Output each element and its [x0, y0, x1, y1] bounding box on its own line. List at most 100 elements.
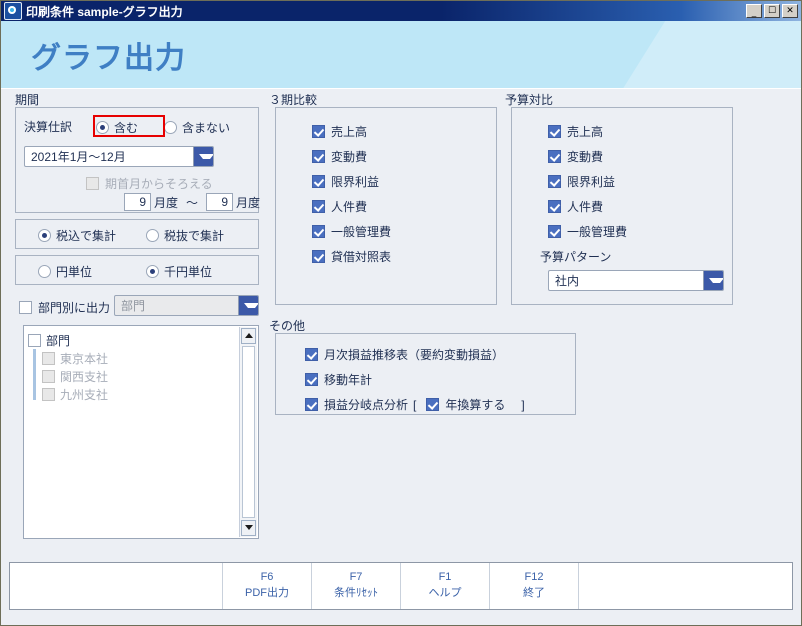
- checkbox-moving-annual-icon: [305, 373, 318, 386]
- chevron-down-icon[interactable]: [238, 296, 258, 315]
- tree-child-label: 東京本社: [60, 351, 109, 366]
- radio-thousand-yen-icon: [146, 265, 159, 278]
- fkey-code: F7: [349, 571, 363, 583]
- month-range-row: 9 月度 ～ 9 月度: [124, 193, 260, 211]
- scroll-down-icon[interactable]: [241, 520, 256, 536]
- department-combo-value: 部門: [121, 299, 146, 313]
- checkbox-balance-sheet-icon: [312, 250, 325, 263]
- settlement-row: 決算仕訳: [24, 118, 72, 135]
- month-from-input[interactable]: 9: [124, 193, 151, 211]
- checkbox-budget-labor-cost-icon: [548, 200, 561, 213]
- unit-option-thousand-yen[interactable]: 千円単位: [146, 263, 212, 280]
- checkbox-kansai-icon: [42, 369, 55, 383]
- budget-item-sales[interactable]: 売上高: [548, 123, 603, 140]
- fkey-spacer-right: [579, 563, 792, 609]
- bracket-close-label: ]: [521, 397, 525, 412]
- fkey-exit[interactable]: F12 終了: [490, 563, 579, 609]
- fkey-help[interactable]: F1 ヘルプ: [401, 563, 490, 609]
- checkbox-annualize-icon[interactable]: [426, 398, 440, 411]
- three-period-item-label: 一般管理費: [331, 225, 392, 239]
- radio-tax-included-icon: [38, 229, 51, 242]
- align-first-month-checkbox[interactable]: 期首月からそろえる: [86, 175, 213, 192]
- checkbox-budget-admin-cost-icon: [548, 225, 561, 238]
- department-combo[interactable]: 部門: [114, 295, 259, 316]
- checkbox-by-department-icon: [19, 301, 32, 314]
- maximize-icon: ☐: [767, 6, 777, 16]
- tax-group: 税込で集計 税抜で集計: [15, 219, 259, 249]
- breakeven-options: [ 年換算する ]: [413, 396, 525, 413]
- fkey-pdf-output[interactable]: F6 PDF出力: [223, 563, 312, 609]
- by-department-checkbox[interactable]: 部門別に出力: [19, 299, 110, 316]
- department-tree[interactable]: 部門 東京本社 関西支社 九州支社: [23, 325, 259, 539]
- three-period-item-balance-sheet[interactable]: 貸借対照表: [312, 248, 391, 265]
- month-to-input[interactable]: 9: [206, 193, 234, 211]
- footer: F6 PDF出力 F7 条件ﾘｾｯﾄ F1 ヘルプ F12 終了: [1, 552, 801, 625]
- tax-option-excluded[interactable]: 税抜で集計: [146, 227, 224, 244]
- checkbox-variable-cost-icon: [312, 150, 325, 163]
- three-period-item-labor-cost[interactable]: 人件費: [312, 198, 367, 215]
- checkbox-breakeven-icon: [305, 398, 318, 411]
- three-period-item-variable-cost[interactable]: 変動費: [312, 148, 367, 165]
- fkey-reset-conditions[interactable]: F7 条件ﾘｾｯﾄ: [312, 563, 401, 609]
- checkbox-tokyo-icon: [42, 351, 55, 365]
- unit-option-yen[interactable]: 円単位: [38, 263, 92, 280]
- tree-root-label: 部門: [46, 333, 71, 348]
- period-range-value: 2021年1月～12月: [31, 150, 126, 164]
- app-icon: [4, 2, 22, 20]
- month-to-unit-label: 月度: [236, 195, 261, 210]
- chevron-down-icon[interactable]: [703, 271, 723, 290]
- tree-child-node[interactable]: 東京本社: [42, 349, 238, 367]
- tree-children: 東京本社 関西支社 九州支社: [28, 349, 238, 403]
- chevron-down-icon[interactable]: [193, 147, 213, 166]
- align-first-month-label: 期首月からそろえる: [105, 177, 213, 191]
- three-period-item-label: 貸借対照表: [331, 250, 392, 264]
- three-period-item-label: 売上高: [331, 125, 368, 139]
- fkey-spacer-left: [10, 563, 223, 609]
- period-range-combo[interactable]: 2021年1月～12月: [24, 146, 214, 167]
- minimize-icon: _: [751, 8, 757, 18]
- close-icon: ✕: [786, 6, 794, 16]
- budget-item-label: 一般管理費: [567, 225, 628, 239]
- checkbox-marginal-profit-icon: [312, 175, 325, 188]
- budget-group: 売上高 変動費 限界利益 人件費 一般管理費 予算パターン 社内: [511, 107, 733, 305]
- budget-item-variable-cost[interactable]: 変動費: [548, 148, 603, 165]
- tree-child-label: 関西支社: [60, 369, 109, 384]
- three-period-item-marginal-profit[interactable]: 限界利益: [312, 173, 379, 190]
- budget-item-marginal-profit[interactable]: 限界利益: [548, 173, 615, 190]
- budget-pattern-value: 社内: [555, 274, 580, 288]
- three-period-item-sales[interactable]: 売上高: [312, 123, 367, 140]
- scrollbar-track[interactable]: [242, 346, 255, 518]
- others-item-label: 損益分岐点分析: [324, 398, 409, 412]
- budget-item-admin-cost[interactable]: 一般管理費: [548, 223, 627, 240]
- close-button[interactable]: ✕: [782, 4, 798, 18]
- tree-child-node[interactable]: 関西支社: [42, 367, 238, 385]
- three-period-item-admin-cost[interactable]: 一般管理費: [312, 223, 391, 240]
- minimize-button[interactable]: _: [746, 4, 762, 18]
- others-item-monthly-pl[interactable]: 月次損益推移表（要約変動損益）: [305, 346, 504, 363]
- checkbox-department-root-icon: [28, 333, 41, 347]
- page-title: グラフ出力: [31, 42, 186, 75]
- tree-child-node[interactable]: 九州支社: [42, 385, 238, 403]
- tree-scrollbar[interactable]: [239, 327, 257, 537]
- period-group: 決算仕訳 含む 含まない 2021年1月～12月 期首月からそろえる 9 月度 …: [15, 107, 260, 213]
- settlement-option-include[interactable]: 含む: [96, 119, 138, 136]
- budget-pattern-label-row: 予算パターン: [540, 248, 611, 265]
- settlement-option-exclude[interactable]: 含まない: [164, 119, 230, 136]
- department-tree-items: 部門 東京本社 関西支社 九州支社: [28, 331, 238, 403]
- budget-pattern-combo[interactable]: 社内: [548, 270, 724, 291]
- three-period-item-label: 限界利益: [331, 175, 380, 189]
- budget-pattern-label: 予算パターン: [540, 250, 612, 264]
- others-item-breakeven[interactable]: 損益分岐点分析: [305, 396, 408, 413]
- maximize-button[interactable]: ☐: [764, 4, 780, 18]
- fkey-label: PDF出力: [245, 587, 289, 599]
- tax-option-included[interactable]: 税込で集計: [38, 227, 116, 244]
- tree-root-node[interactable]: 部門: [28, 331, 238, 349]
- settlement-include-label: 含む: [114, 121, 139, 135]
- budget-item-labor-cost[interactable]: 人件費: [548, 198, 603, 215]
- fkey-code: F12: [524, 571, 544, 583]
- page-banner: グラフ出力: [1, 21, 801, 89]
- tax-included-label: 税込で集計: [56, 229, 117, 243]
- scroll-up-icon[interactable]: [241, 328, 256, 344]
- budget-item-label: 売上高: [567, 125, 604, 139]
- others-item-moving-annual[interactable]: 移動年計: [305, 371, 372, 388]
